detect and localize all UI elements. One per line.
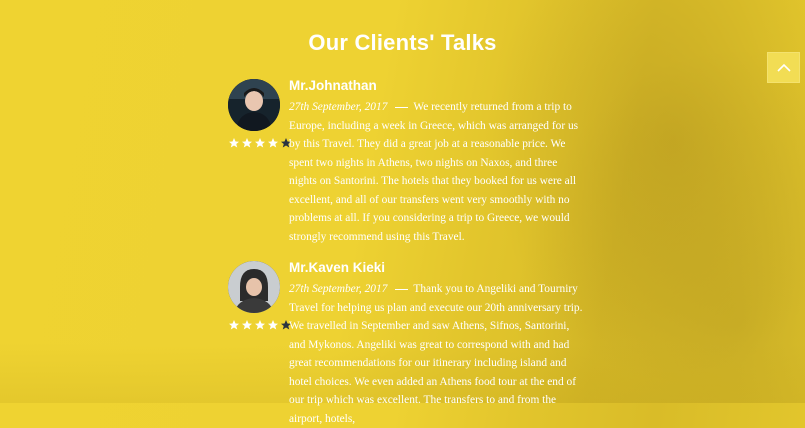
review-body: 27th September, 2017 Thank you to Angelik…: [289, 280, 584, 428]
star-icon: [229, 320, 239, 330]
dash-separator: [395, 106, 409, 108]
star-icon: [255, 138, 265, 148]
star-icon: [268, 320, 278, 330]
scroll-to-top-button[interactable]: [767, 52, 800, 83]
review-date: 27th September, 2017: [289, 101, 388, 113]
chevron-up-icon: [776, 63, 791, 72]
star-icon: [242, 138, 252, 148]
reviewer-name: Mr.Kaven Kieki: [289, 260, 386, 275]
rating-stars: [228, 137, 292, 149]
avatar: [228, 261, 280, 313]
review-body: 27th September, 2017 We recently returned…: [289, 98, 584, 246]
star-icon: [242, 320, 252, 330]
star-icon: [268, 138, 278, 148]
reviewer-name: Mr.Johnathan: [289, 78, 377, 93]
review-text: Thank you to Angeliki and Tourniry Trave…: [289, 283, 583, 425]
rating-stars: [228, 319, 292, 331]
section-title: Our Clients' Talks: [308, 30, 497, 55]
star-icon: [229, 138, 239, 148]
review-date: 27th September, 2017: [289, 283, 388, 295]
dash-separator: [395, 288, 409, 290]
star-icon: [255, 320, 265, 330]
avatar: [228, 79, 280, 131]
review-text: We recently returned from a trip to Euro…: [289, 101, 579, 243]
